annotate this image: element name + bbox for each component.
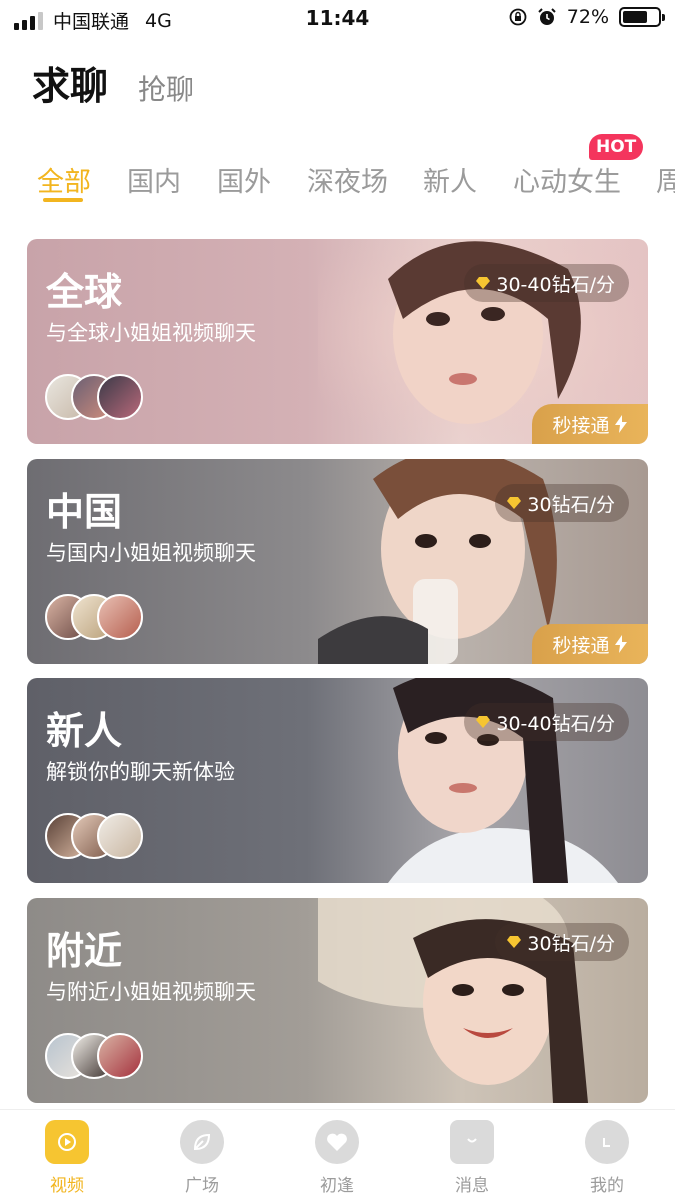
avatar [97, 1033, 143, 1079]
nav-label: 初逢 [320, 1176, 354, 1196]
diamond-icon [476, 277, 491, 289]
quick-connect-button[interactable]: 秒接通 [532, 404, 648, 444]
nav-label: 广场 [185, 1176, 219, 1196]
status-right: 72% [509, 6, 665, 28]
price-text: 30钻石/分 [527, 932, 615, 955]
tab-domestic[interactable]: 国内 [127, 160, 181, 199]
card-title: 中国 [46, 490, 123, 534]
price-badge: 30-40钻石/分 [464, 703, 629, 741]
lightning-icon [614, 635, 627, 653]
avatar-stack [45, 374, 145, 422]
card-title: 附近 [46, 929, 123, 973]
tab-overseas[interactable]: 国外 [217, 160, 271, 199]
price-badge: 30-40钻石/分 [464, 264, 629, 302]
tab-crush-girls[interactable]: 心动女生 [513, 160, 621, 199]
price-text: 30钻石/分 [527, 493, 615, 516]
lightning-icon [614, 415, 627, 433]
profile-icon [585, 1120, 629, 1164]
card-title: 全球 [46, 270, 123, 314]
avatar-stack [45, 1033, 145, 1081]
leaf-icon [180, 1120, 224, 1164]
heart-icon [315, 1120, 359, 1164]
room-card-global[interactable]: 全球 与全球小姐姐视频聊天 30-40钻石/分 秒接通 [27, 239, 648, 444]
card-subtitle: 解锁你的聊天新体验 [46, 760, 235, 784]
quick-connect-label: 秒接通 [552, 414, 610, 437]
header: 求聊 抢聊 [32, 55, 194, 110]
room-card-nearby[interactable]: 附近 与附近小姐姐视频聊天 30钻石/分 [27, 898, 648, 1103]
avatar [97, 594, 143, 640]
diamond-icon [507, 497, 522, 509]
tab-late-night[interactable]: 深夜场 [307, 160, 388, 199]
quick-connect-label: 秒接通 [552, 634, 610, 657]
nav-label: 视频 [50, 1176, 84, 1196]
alarm-icon [538, 8, 556, 25]
nav-messages[interactable]: 消息 [427, 1120, 517, 1196]
avatar-stack [45, 813, 145, 861]
nav-square[interactable]: 广场 [157, 1120, 247, 1196]
bottom-nav: 视频 广场 初逢 消息 我的 [0, 1110, 675, 1200]
diamond-icon [476, 716, 491, 728]
room-card-china[interactable]: 中国 与国内小姐姐视频聊天 30钻石/分 秒接通 [27, 459, 648, 664]
hot-badge: HOT [589, 134, 644, 160]
quick-connect-button[interactable]: 秒接通 [532, 624, 648, 664]
nav-label: 消息 [455, 1176, 489, 1196]
video-play-icon [45, 1120, 89, 1164]
status-bar: 中国联通 4G 11:44 72% [0, 0, 675, 38]
tab-all[interactable]: 全部 [37, 160, 91, 199]
card-title: 新人 [46, 709, 123, 753]
tab-week[interactable]: 周 [656, 160, 675, 199]
active-tab-indicator [43, 198, 83, 202]
avatar [97, 813, 143, 859]
price-text: 30-40钻石/分 [496, 273, 615, 296]
nav-video[interactable]: 视频 [22, 1120, 112, 1196]
price-badge: 30钻石/分 [495, 923, 629, 961]
diamond-icon [507, 936, 522, 948]
rotation-lock-icon [509, 8, 527, 26]
tab-newcomer[interactable]: 新人 [423, 160, 477, 199]
battery-icon [619, 7, 665, 27]
avatar [97, 374, 143, 420]
avatar-stack [45, 594, 145, 642]
card-subtitle: 与国内小姐姐视频聊天 [46, 541, 256, 565]
nav-label: 我的 [590, 1176, 624, 1196]
message-icon [450, 1120, 494, 1164]
nav-me[interactable]: 我的 [562, 1120, 652, 1196]
battery-percent: 72% [566, 6, 609, 28]
room-card-newcomer[interactable]: 新人 解锁你的聊天新体验 30-40钻石/分 [27, 678, 648, 883]
card-subtitle: 与全球小姐姐视频聊天 [46, 321, 256, 345]
price-text: 30-40钻石/分 [496, 712, 615, 735]
nav-first-meet[interactable]: 初逢 [292, 1120, 382, 1196]
card-subtitle: 与附近小姐姐视频聊天 [46, 980, 256, 1004]
tab-qiangliao[interactable]: 抢聊 [138, 68, 194, 108]
tab-qiuliao[interactable]: 求聊 [32, 55, 108, 110]
category-tabs: 全部 国内 国外 深夜场 新人 心动女生 周 [0, 150, 675, 210]
price-badge: 30钻石/分 [495, 484, 629, 522]
